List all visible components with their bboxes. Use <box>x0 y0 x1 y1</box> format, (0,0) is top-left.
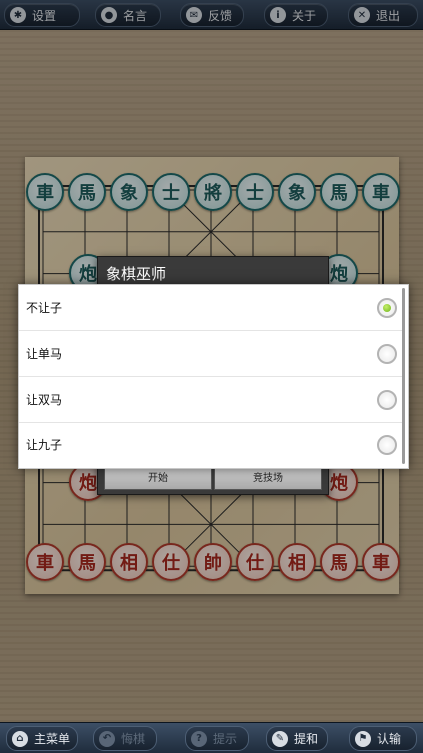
lightbulb-icon: ? <box>191 730 207 747</box>
radio-icon[interactable] <box>377 434 397 455</box>
resign-label: 认输 <box>377 732 402 746</box>
bottom-toolbar: ⌂ 主菜单 ↶ 悔棋 ? 提示 ✎ 提和 ⚑ 认输 <box>0 722 423 753</box>
option-nine-pieces[interactable]: 让九子 <box>19 422 404 467</box>
pencil-icon: ✎ <box>272 730 288 747</box>
main-menu-label: 主菜单 <box>34 732 71 746</box>
flag-icon: ⚑ <box>355 730 371 747</box>
home-icon: ⌂ <box>12 730 28 747</box>
draw-label: 提和 <box>294 732 319 746</box>
hint-label: 提示 <box>213 732 238 746</box>
option-label: 让单马 <box>26 347 63 361</box>
option-no-handicap[interactable]: 不让子 <box>19 285 404 331</box>
radio-icon[interactable] <box>377 389 397 410</box>
option-two-horses[interactable]: 让双马 <box>19 377 404 423</box>
option-label: 让九子 <box>26 438 63 452</box>
undo-label: 悔棋 <box>121 732 146 746</box>
option-one-horse[interactable]: 让单马 <box>19 331 404 377</box>
option-label: 让双马 <box>26 393 63 407</box>
resign-button[interactable]: ⚑ 认输 <box>349 726 417 751</box>
dialog-scrollbar[interactable] <box>402 288 405 464</box>
wizard-dialog-title: 象棋巫师 <box>106 265 167 283</box>
draw-button[interactable]: ✎ 提和 <box>266 726 328 751</box>
radio-icon[interactable] <box>377 343 397 364</box>
handicap-dialog: 不让子 让单马 让双马 让九子 <box>18 284 409 469</box>
radio-selected-icon[interactable] <box>377 297 397 318</box>
hint-button[interactable]: ? 提示 <box>185 726 249 751</box>
undo-button[interactable]: ↶ 悔棋 <box>93 726 157 751</box>
undo-icon: ↶ <box>99 730 115 747</box>
option-label: 不让子 <box>26 301 63 315</box>
main-menu-button[interactable]: ⌂ 主菜单 <box>6 726 78 751</box>
